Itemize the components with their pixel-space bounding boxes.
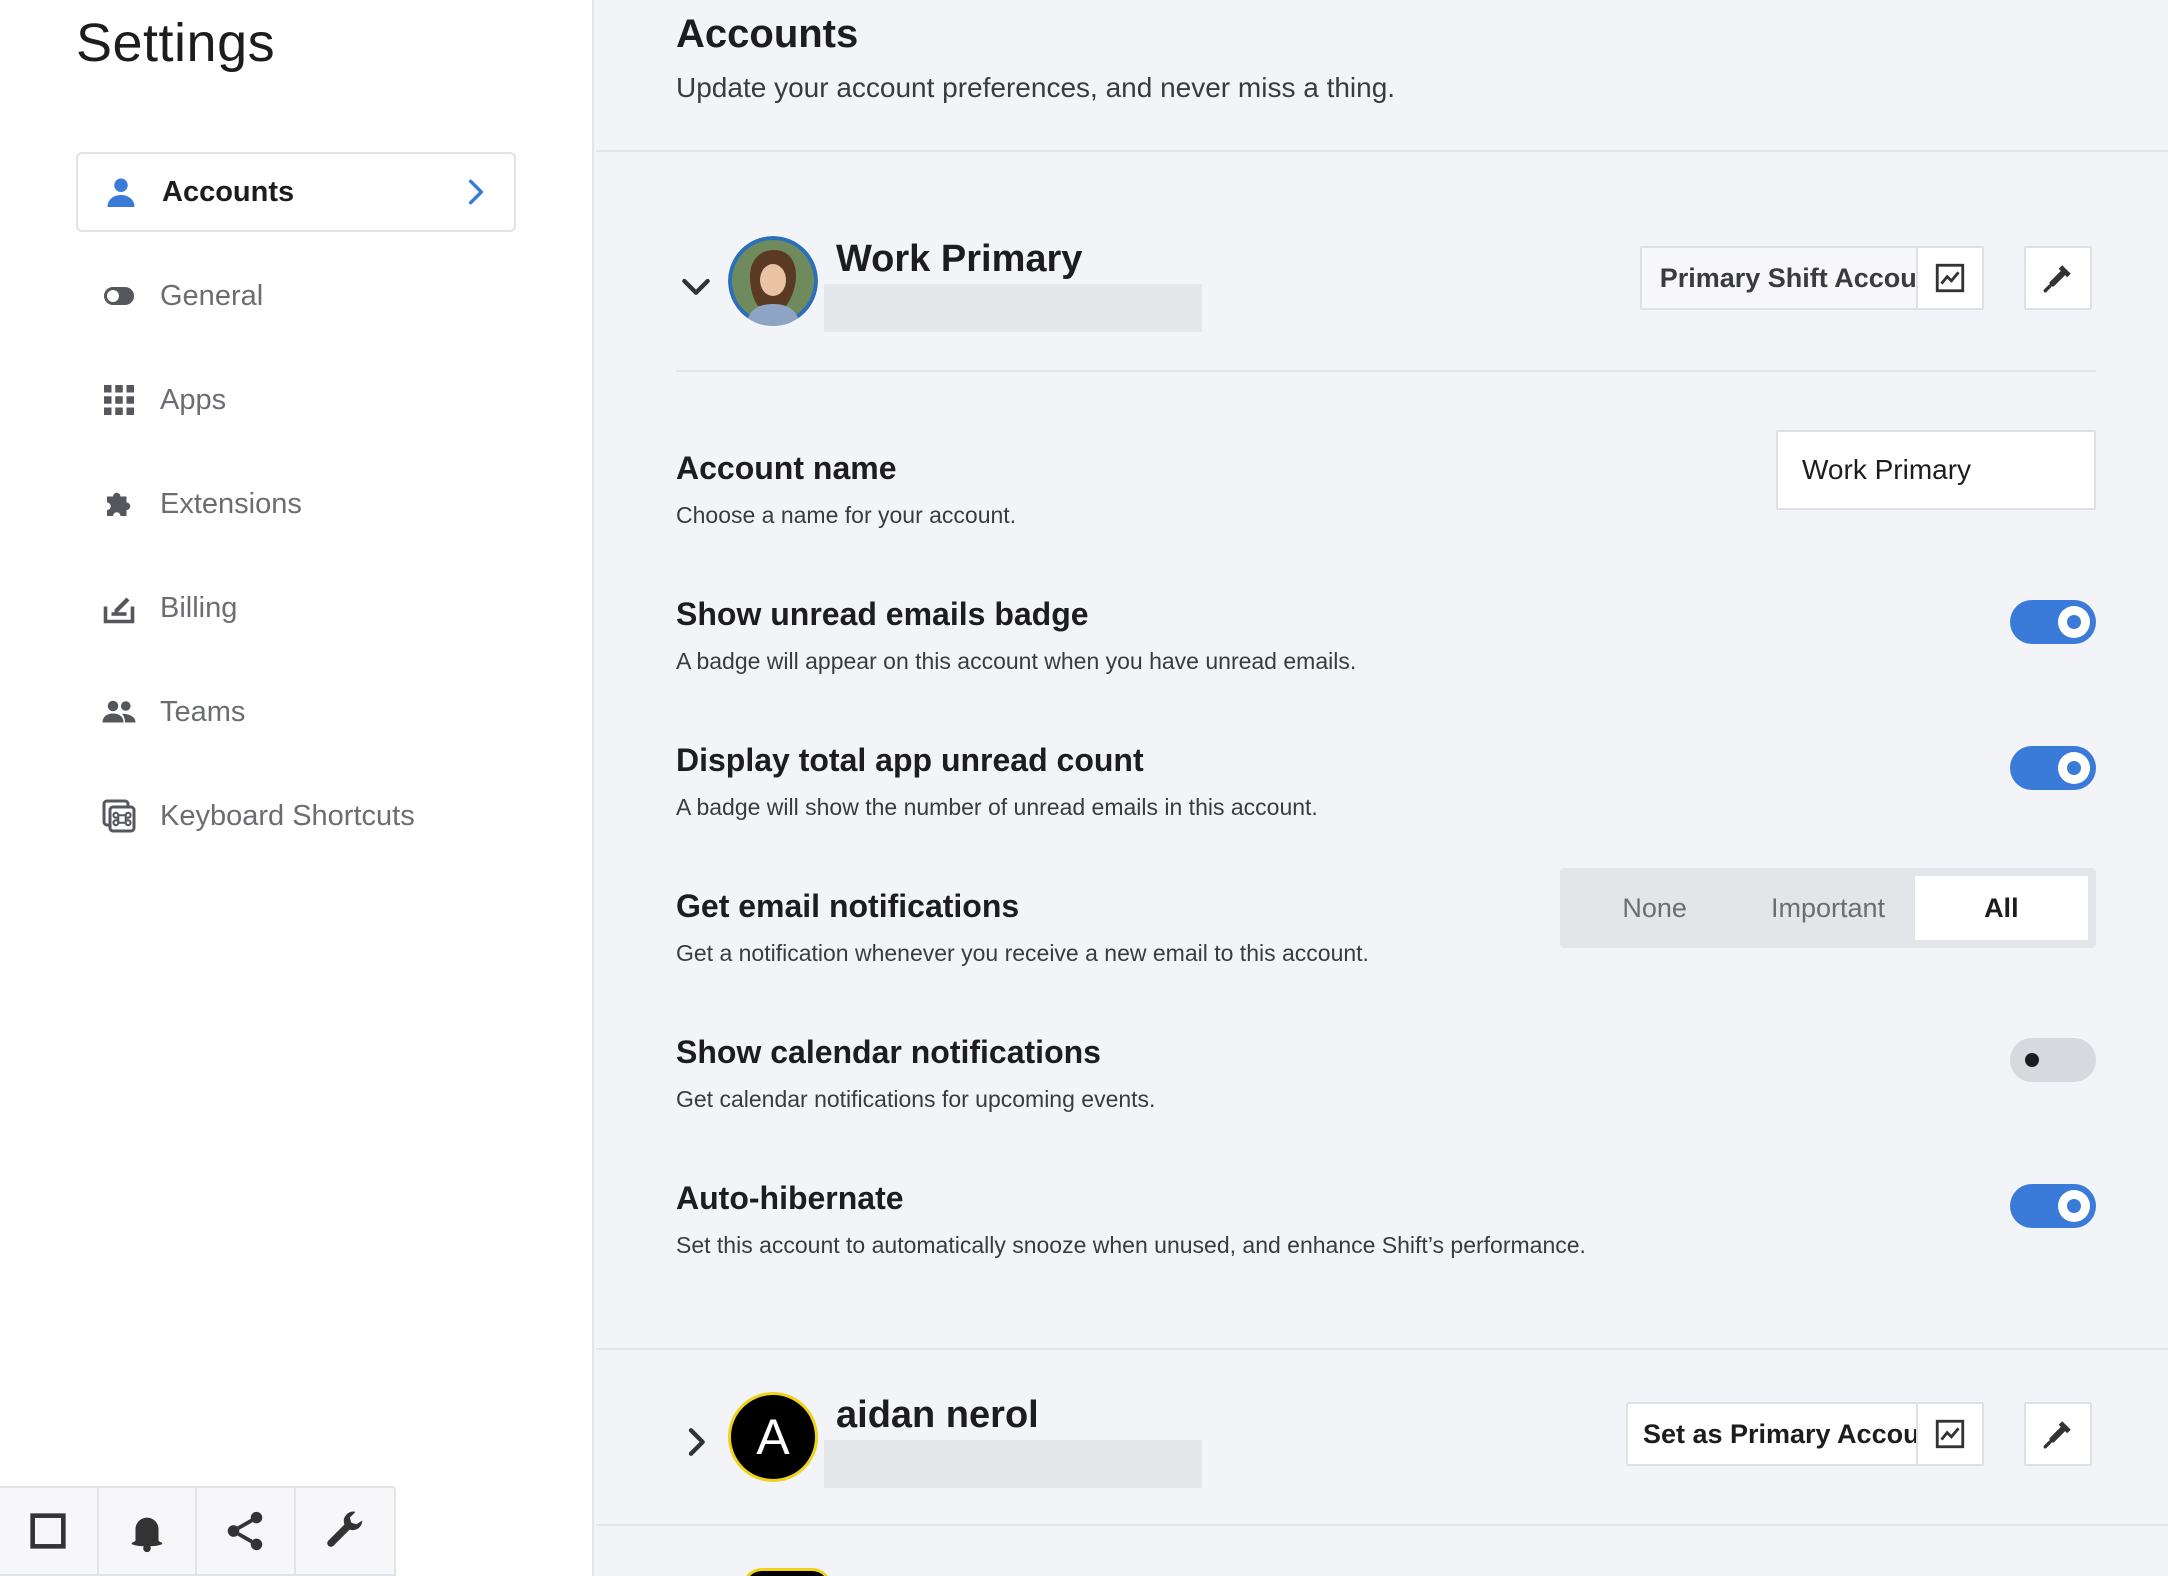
setting-description: A badge will show the number of unread e…: [676, 794, 1318, 820]
sidebar-item-label: Accounts: [162, 175, 295, 208]
bell-icon: [131, 1517, 163, 1553]
setting-unread-count: Display total app unread count A badge w…: [676, 742, 2096, 842]
sidebar-item-label: Teams: [160, 695, 246, 728]
primary-shift-account-button[interactable]: Primary Shift Account: [1640, 246, 1962, 310]
account-edit-button[interactable]: [2024, 1402, 2092, 1466]
setting-title: Auto-hibernate: [676, 1180, 904, 1216]
divider: [676, 370, 2096, 372]
sidebar-item-billing[interactable]: Billing: [76, 568, 516, 648]
sidebar-item-general[interactable]: General: [76, 256, 516, 336]
main-content: Accounts Update your account preferences…: [596, 0, 2168, 1576]
unread-count-toggle[interactable]: [2010, 746, 2096, 790]
setting-title: Display total app unread count: [676, 742, 1144, 778]
chart-image-icon: [1935, 1419, 1965, 1449]
eyedropper-icon: [2043, 1421, 2071, 1449]
option-all[interactable]: All: [1914, 876, 2088, 940]
sidebar-item-apps[interactable]: Apps: [76, 360, 516, 440]
settings-tool-button[interactable]: [296, 1488, 395, 1574]
sidebar-item-accounts[interactable]: Accounts: [76, 152, 516, 232]
sidebar-item-keyboard-shortcuts[interactable]: Keyboard Shortcuts: [76, 776, 516, 856]
sidebar-item-label: General: [160, 279, 264, 312]
sidebar-item-label: Extensions: [160, 487, 302, 520]
billing-icon: [100, 589, 138, 627]
setting-calendar-notifications: Show calendar notifications Get calendar…: [676, 1034, 2096, 1134]
unread-badge-toggle[interactable]: [2010, 600, 2096, 644]
chart-image-icon: [1935, 263, 1965, 293]
account-email-redacted: [824, 1440, 1202, 1488]
account-header-aidan-nerol: A aidan nerol Set as Primary Account: [676, 1392, 2096, 1502]
setting-account-name: Account name Choose a name for your acco…: [676, 430, 2096, 550]
setting-title: Get email notifications: [676, 888, 1020, 924]
toggle-icon: [100, 277, 138, 315]
setting-title: Account name: [676, 450, 897, 486]
eyedropper-icon: [2043, 265, 2071, 293]
set-primary-account-button[interactable]: Set as Primary Account: [1626, 1402, 1962, 1466]
share-icon: [228, 1511, 263, 1551]
sidebar-item-label: Billing: [160, 591, 238, 624]
puzzle-icon: [100, 485, 138, 523]
account-name: Work Primary: [836, 238, 1083, 280]
setting-description: Set this account to automatically snooze…: [676, 1232, 1586, 1258]
setting-title: Show unread emails badge: [676, 596, 1089, 632]
account-edit-button[interactable]: [2024, 246, 2092, 310]
avatar: [728, 236, 818, 326]
divider: [596, 150, 2168, 152]
sidebar-item-teams[interactable]: Teams: [76, 672, 516, 752]
divider: [596, 1524, 2168, 1526]
notifications-button[interactable]: [99, 1488, 197, 1574]
avatar: [742, 1568, 832, 1576]
setting-description: Get a notification whenever you receive …: [676, 940, 1369, 966]
account-stats-button[interactable]: [1916, 246, 1984, 310]
people-icon: [100, 693, 138, 731]
chevron-right-icon[interactable]: [676, 1422, 716, 1462]
avatar: A: [728, 1392, 818, 1482]
keyboard-command-icon: [100, 797, 138, 835]
window-button[interactable]: [0, 1488, 99, 1574]
setting-email-notifications: Get email notifications Get a notificati…: [676, 868, 2096, 988]
setting-description: Get calendar notifications for upcoming …: [676, 1086, 1156, 1112]
page-subtitle: Update your account preferences, and nev…: [676, 72, 1396, 103]
settings-nav: Accounts General Apps Extensions Billing…: [76, 152, 516, 880]
account-stats-button[interactable]: [1916, 1402, 1984, 1466]
person-icon: [102, 173, 140, 211]
account-email-redacted: [824, 284, 1202, 332]
wrench-icon: [327, 1511, 363, 1547]
setting-description: Choose a name for your account.: [676, 502, 1017, 528]
chevron-right-icon: [468, 179, 484, 205]
account-header-work-primary: Work Primary Primary Shift Account: [676, 236, 2096, 346]
share-button[interactable]: [197, 1488, 296, 1574]
sidebar-item-label: Keyboard Shortcuts: [160, 799, 415, 832]
grid-icon: [100, 381, 138, 419]
option-important[interactable]: Important: [1741, 876, 1914, 940]
page-title: Accounts: [676, 12, 859, 56]
account-name-input[interactable]: [1776, 430, 2096, 510]
auto-hibernate-toggle[interactable]: [2010, 1184, 2096, 1228]
email-notifications-segmented-control: None Important All: [1560, 868, 2096, 948]
account-name: aidan nerol: [836, 1394, 1039, 1436]
sidebar-item-label: Apps: [160, 383, 227, 416]
setting-description: A badge will appear on this account when…: [676, 648, 1357, 674]
square-icon: [30, 1513, 66, 1549]
avatar-letter: A: [756, 1409, 790, 1465]
sidebar: Settings Accounts General Apps Extension…: [0, 0, 594, 1576]
setting-title: Show calendar notifications: [676, 1034, 1101, 1070]
setting-auto-hibernate: Auto-hibernate Set this account to autom…: [676, 1180, 2096, 1280]
sidebar-item-extensions[interactable]: Extensions: [76, 464, 516, 544]
setting-unread-badge: Show unread emails badge A badge will ap…: [676, 596, 2096, 696]
divider: [596, 1348, 2168, 1350]
option-none[interactable]: None: [1568, 876, 1741, 940]
bottom-toolbar: [0, 1486, 396, 1576]
calendar-notifications-toggle[interactable]: [2010, 1038, 2096, 1082]
chevron-down-icon[interactable]: [676, 266, 716, 306]
settings-title: Settings: [76, 13, 276, 73]
